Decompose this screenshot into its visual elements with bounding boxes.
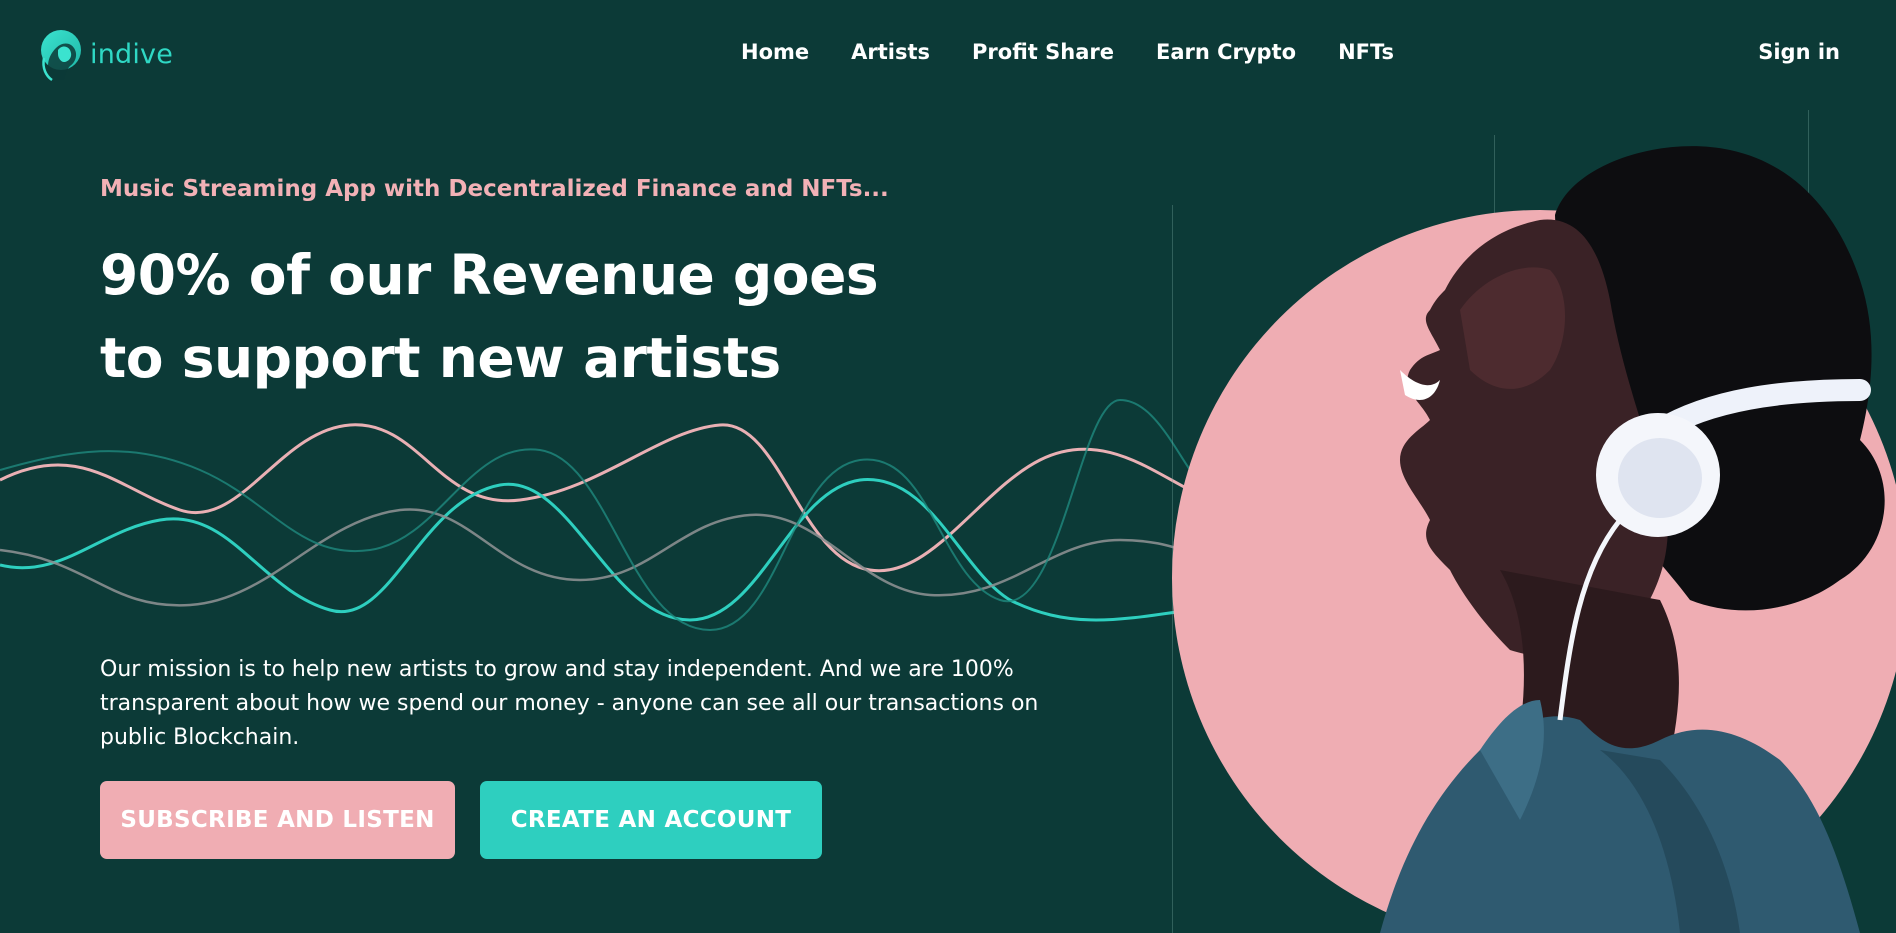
wave-teal: [0, 478, 1190, 622]
nav-earn-crypto[interactable]: Earn Crypto: [1156, 40, 1296, 64]
main-nav: Home Artists Profit Share Earn Crypto NF…: [741, 40, 1394, 64]
wave-dark-teal: [0, 398, 1190, 632]
sign-in-link[interactable]: Sign in: [1758, 40, 1840, 64]
logo-icon: [41, 30, 81, 82]
nav-artists[interactable]: Artists: [851, 40, 930, 64]
nav-profit-share[interactable]: Profit Share: [972, 40, 1114, 64]
subscribe-button[interactable]: SUBSCRIBE AND LISTEN: [100, 781, 455, 859]
logo-text: indive: [90, 38, 174, 70]
nav-nfts[interactable]: NFTs: [1338, 40, 1394, 64]
hero-illustration: [1172, 146, 1896, 933]
wave-grey: [0, 508, 1190, 607]
sound-waves-decoration: [0, 398, 1190, 632]
headphone-cup-inner: [1618, 438, 1702, 518]
create-account-button[interactable]: CREATE AN ACCOUNT: [480, 781, 822, 859]
logo[interactable]: indive: [36, 28, 173, 82]
landing-page: indive Home Artists Profit Share Earn Cr…: [0, 0, 1896, 933]
hero-headline: 90% of our Revenue goes to support new a…: [100, 243, 879, 390]
nav-home[interactable]: Home: [741, 40, 809, 64]
hero-tagline: Music Streaming App with Decentralized F…: [100, 176, 889, 202]
mission-text: Our mission is to help new artists to gr…: [100, 657, 1039, 750]
